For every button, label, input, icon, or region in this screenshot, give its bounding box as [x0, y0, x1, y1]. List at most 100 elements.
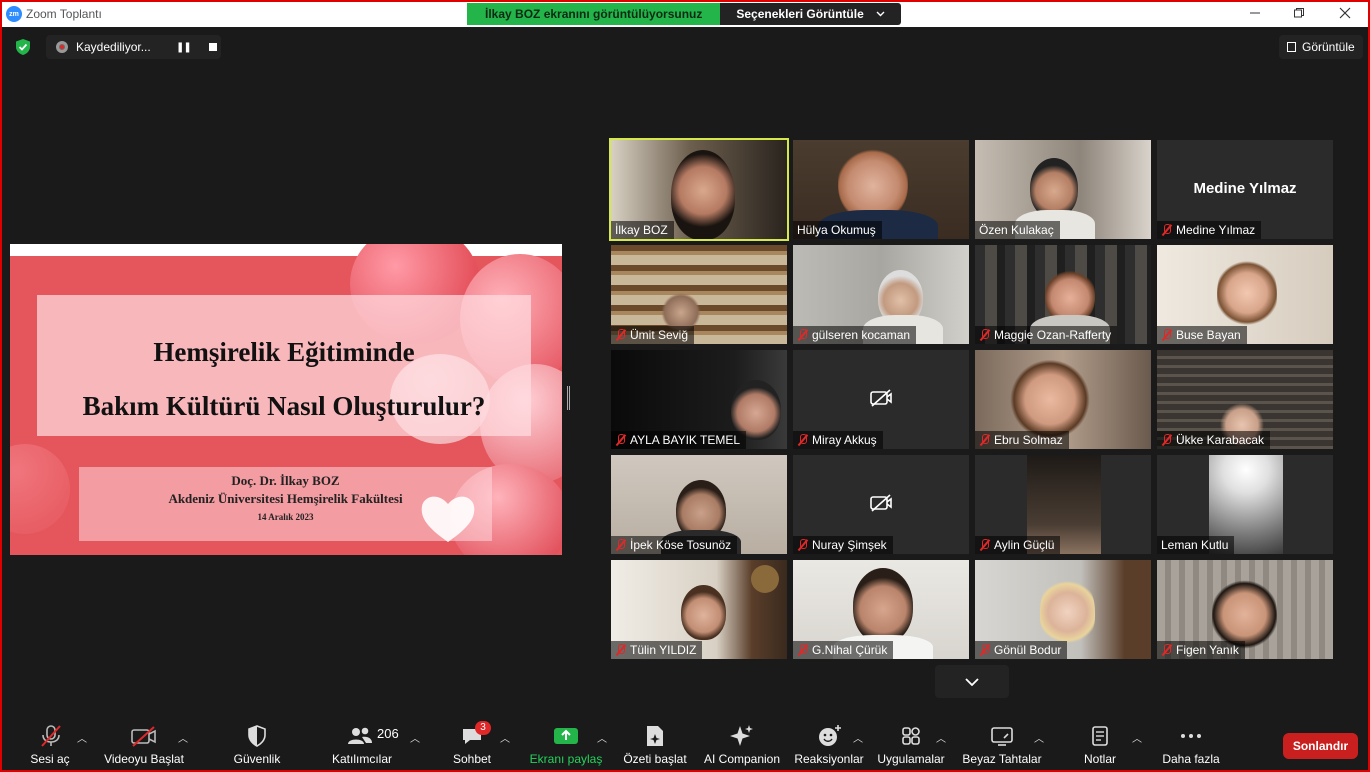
restore-icon[interactable]	[1284, 4, 1314, 24]
participant-tile[interactable]: Figen Yanık	[1157, 560, 1333, 659]
participant-name: AYLA BAYIK TEMEL	[630, 433, 741, 447]
split-view-resize-handle[interactable]	[567, 386, 570, 410]
notes-label: Notlar	[1083, 752, 1117, 766]
participant-tile[interactable]: Gönül Bodur	[975, 560, 1151, 659]
mic-muted-icon	[615, 644, 627, 656]
close-icon[interactable]	[1330, 4, 1360, 24]
mic-muted-icon	[1161, 329, 1173, 341]
unmute-label: Sesi aç	[30, 752, 70, 766]
start-video-button[interactable]: Videoyu Başlat	[102, 714, 184, 770]
security-label: Güvenlik	[233, 752, 281, 766]
start-video-label: Videoyu Başlat	[104, 752, 184, 766]
participant-tile[interactable]: Buse Bayan	[1157, 245, 1333, 344]
participant-tile[interactable]: Miray Akkuş	[793, 350, 969, 449]
participant-tile[interactable]: AYLA BAYIK TEMEL	[611, 350, 787, 449]
view-options-button[interactable]: Seçenekleri Görüntüle	[720, 3, 901, 25]
mic-muted-icon	[41, 725, 61, 747]
heart-decoration-icon	[421, 496, 475, 542]
slide-title-line1: Hemşirelik Eğitiminde	[153, 337, 415, 367]
whiteboards-button[interactable]: Beyaz Tahtalar	[960, 714, 1044, 770]
mic-muted-icon	[979, 644, 991, 656]
participant-name: Miray Akkuş	[812, 433, 877, 447]
participant-tile[interactable]: gülseren kocaman	[793, 245, 969, 344]
participant-tile[interactable]: Özen Kulakaç	[975, 140, 1151, 239]
reactions-button[interactable]: Reaksiyonlar	[794, 714, 864, 770]
gallery-next-page-button[interactable]	[935, 665, 1009, 698]
window-title: Zoom Toplantı	[26, 7, 102, 21]
security-button[interactable]: Güvenlik	[227, 714, 287, 770]
participant-tile[interactable]: Aylin Güçlü	[975, 455, 1151, 554]
share-screen-button[interactable]: Ekranı paylaş	[529, 714, 603, 770]
chevron-down-icon	[965, 677, 979, 686]
mic-muted-icon	[797, 644, 809, 656]
zoom-window: zm Zoom Toplantı İlkay BOZ ekranını görü…	[0, 0, 1370, 772]
participant-name: Ümit Seviğ	[630, 328, 689, 342]
audio-options-caret-icon[interactable]: ︿	[77, 730, 87, 745]
participant-name: Figen Yanık	[1176, 643, 1239, 657]
notes-options-caret-icon[interactable]: ︿	[1132, 730, 1142, 745]
video-off-icon	[131, 726, 156, 747]
start-summary-button[interactable]: Özeti başlat	[622, 714, 688, 770]
participants-count: 206	[377, 726, 399, 741]
participant-name: Maggie Ozan-Rafferty	[994, 328, 1112, 342]
pause-recording-button[interactable]: ❚❚	[176, 42, 192, 53]
minimize-icon[interactable]	[1240, 4, 1270, 24]
ai-companion-button[interactable]: AI Companion	[702, 714, 782, 770]
ai-companion-label: AI Companion	[703, 752, 781, 766]
chat-options-caret-icon[interactable]: ︿	[500, 730, 510, 745]
whiteboard-icon	[991, 727, 1013, 746]
participants-options-caret-icon[interactable]: ︿	[410, 730, 420, 745]
stop-recording-button[interactable]	[208, 43, 217, 51]
recording-bar: Kaydediliyor... ❚❚	[46, 35, 221, 59]
participant-tile[interactable]: Ükke Karabacak	[1157, 350, 1333, 449]
more-dots-icon	[1181, 734, 1201, 738]
summary-icon	[647, 726, 663, 746]
participant-tile[interactable]: Maggie Ozan-Rafferty	[975, 245, 1151, 344]
participant-display-name: Medine Yılmaz	[1193, 180, 1297, 197]
participants-icon	[348, 727, 372, 744]
whiteboards-options-caret-icon[interactable]: ︿	[1034, 730, 1044, 745]
participants-button[interactable]: 206 Katılımcılar	[327, 714, 407, 770]
participant-tile[interactable]: Hülya Okumuş	[793, 140, 969, 239]
notes-button[interactable]: Notlar	[1072, 714, 1128, 770]
participant-tile[interactable]: Tülin YILDIZ	[611, 560, 787, 659]
view-layout-icon	[1287, 42, 1296, 52]
participant-name: Buse Bayan	[1176, 328, 1241, 342]
share-options-caret-icon[interactable]: ︿	[597, 730, 607, 745]
more-button[interactable]: Daha fazla	[1158, 714, 1224, 770]
participant-tile[interactable]: Medine Yılmaz Medine Yılmaz	[1157, 140, 1333, 239]
mic-muted-icon	[797, 539, 809, 551]
apps-options-caret-icon[interactable]: ︿	[936, 730, 946, 745]
mic-muted-icon	[797, 329, 809, 341]
reactions-options-caret-icon[interactable]: ︿	[853, 730, 863, 745]
share-screen-label: Ekranı paylaş	[529, 752, 603, 766]
participant-name: G.Nihal Çürük	[812, 643, 888, 657]
chat-button[interactable]: 3 Sohbet	[442, 714, 502, 770]
apps-label: Uygulamalar	[877, 752, 945, 766]
participants-label: Katılımcılar	[331, 752, 393, 766]
notes-icon	[1092, 726, 1108, 746]
mic-muted-icon	[615, 539, 627, 551]
title-bar: zm Zoom Toplantı İlkay BOZ ekranını görü…	[2, 2, 1368, 27]
ai-sparkle-icon	[730, 725, 753, 746]
participant-tile[interactable]: İpek Köse Tosunöz	[611, 455, 787, 554]
participant-tile[interactable]: Leman Kutlu	[1157, 455, 1333, 554]
share-screen-icon	[554, 728, 578, 744]
apps-icon	[902, 727, 920, 745]
end-meeting-button[interactable]: Sonlandır	[1283, 733, 1358, 759]
video-options-caret-icon[interactable]: ︿	[178, 730, 188, 745]
shield-icon	[248, 725, 266, 747]
participant-tile[interactable]: İlkay BOZ	[609, 138, 789, 241]
recording-label: Kaydediliyor...	[76, 40, 151, 54]
participant-name: Nuray Şimşek	[812, 538, 887, 552]
unmute-button[interactable]: Sesi aç	[22, 714, 82, 770]
view-button[interactable]: Görüntüle	[1279, 35, 1363, 59]
participant-tile[interactable]: Ümit Seviğ	[611, 245, 787, 344]
slide-title-box: Hemşirelik Eğitiminde Bakım Kültürü Nası…	[37, 295, 531, 436]
participant-name: Leman Kutlu	[1161, 538, 1229, 552]
shield-check-icon[interactable]	[14, 38, 32, 56]
participant-tile[interactable]: Ebru Solmaz	[975, 350, 1151, 449]
mic-muted-icon	[979, 329, 991, 341]
participant-tile[interactable]: Nuray Şimşek	[793, 455, 969, 554]
participant-tile[interactable]: G.Nihal Çürük	[793, 560, 969, 659]
